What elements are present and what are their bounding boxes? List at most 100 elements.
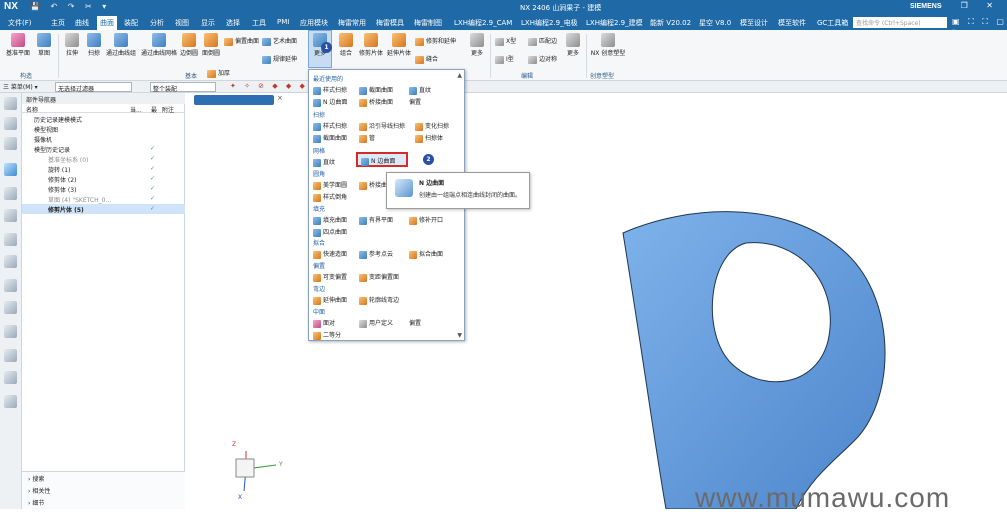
tree-row-history-mode[interactable]: 历史记录建模模式 <box>22 114 185 124</box>
menu-pmi[interactable]: PMI <box>277 18 289 26</box>
law-extension-button[interactable]: 规律延伸 <box>262 54 297 64</box>
panel-details[interactable]: › 细节 <box>22 496 185 508</box>
gallery-scroll-up-icon[interactable]: ▲ <box>457 72 462 79</box>
gallery-item-extend-surface[interactable]: 延伸曲面 <box>313 295 347 305</box>
roles-icon[interactable] <box>4 325 17 338</box>
gallery-item-four-point-surface[interactable]: 四点曲面 <box>313 227 347 237</box>
tree-row-model-views[interactable]: 模型视图 <box>22 124 185 134</box>
system-materials-icon[interactable] <box>4 301 17 314</box>
gallery-item-section-surface-2[interactable]: 截面曲面 <box>313 133 347 143</box>
menu-dropdown[interactable]: 三 菜单(M) ▾ <box>3 82 38 91</box>
history-icon[interactable] <box>4 255 17 268</box>
edge-blend-button[interactable]: 边倒圆 <box>178 33 200 57</box>
panel-dependencies[interactable]: › 相关性 <box>22 484 185 496</box>
gallery-item-ruled[interactable]: 直纹 <box>409 85 431 95</box>
gallery-item-offset[interactable]: 偏置 <box>409 97 421 106</box>
tree-row-revolve[interactable]: 旋转 (1) ✓ <box>22 164 185 174</box>
menu-xingkong[interactable]: 星空 V8.0 <box>699 18 731 28</box>
gallery-item-sweep-along-guide[interactable]: 沿引导线扫掠 <box>359 121 405 131</box>
gallery-item-n-sided-surface[interactable]: N 边曲面 <box>313 97 347 107</box>
gallery-item-bridge-surface[interactable]: 桥接曲面 <box>359 97 393 107</box>
gallery-item-patch-openings[interactable]: 修补开口 <box>409 215 443 225</box>
gallery-item-variable-offset[interactable]: 可变偏置 <box>313 272 347 282</box>
scope-filter-select[interactable]: 整个装配 <box>150 82 216 93</box>
offset-surface-button[interactable]: 偏置曲面 <box>224 36 259 46</box>
gallery-item-rapid-surfacing[interactable]: 快速造面 <box>313 249 347 259</box>
trimmed-sheet-body[interactable] <box>622 211 886 509</box>
menu-lxh-electrode[interactable]: LXH编程2.9_电极 <box>521 18 578 28</box>
studio-surface-button[interactable]: 艺术曲面 <box>262 36 297 46</box>
tree-row-trim-body-2[interactable]: 修剪体 (2) ✓ <box>22 174 185 184</box>
assembly-navigator-icon[interactable] <box>4 117 17 130</box>
gallery-item-fill-surface[interactable]: 填充曲面 <box>313 215 347 225</box>
clock-icon[interactable] <box>4 349 17 362</box>
sweep-button[interactable]: 扫掠 <box>84 33 104 57</box>
gallery-item-styled-sweep-2[interactable]: 样式扫掠 <box>313 121 347 131</box>
gallery-scroll-down-icon[interactable]: ▼ <box>457 332 462 339</box>
process-studio-icon[interactable] <box>4 279 17 292</box>
face-blend-button[interactable]: 面倒圆 <box>200 33 222 57</box>
tree-row-model-history[interactable]: 模型历史记录 ✓ <box>22 144 185 154</box>
gallery-item-sweep-volume[interactable]: 扫掠体 <box>415 133 443 143</box>
edge-symmetry-button[interactable]: 边对称 <box>528 54 557 64</box>
menu-meilei-mold[interactable]: 梅雷模具 <box>376 18 404 28</box>
gallery-item-tube[interactable]: 管 <box>359 133 375 143</box>
column-current[interactable]: 当... <box>130 105 142 114</box>
nx-realize-shape-button[interactable]: NX 创意塑型 <box>590 33 626 57</box>
through-curve-mesh-button[interactable]: 通过曲线网格 <box>140 33 178 57</box>
menu-home[interactable]: 主页 <box>51 18 65 28</box>
match-edge-button[interactable]: 匹配边 <box>528 36 557 46</box>
menu-select[interactable]: 选择 <box>226 18 240 28</box>
menu-gc-toolbox[interactable]: GC工具箱 <box>817 18 848 28</box>
gallery-item-variational-sweep[interactable]: 变化扫掠 <box>415 121 449 131</box>
panel-search[interactable]: › 搜索 <box>22 472 185 484</box>
menu-tools[interactable]: 工具 <box>252 18 266 28</box>
tree-row-sketch[interactable]: 草图 (4) "SKETCH_0... ✓ <box>22 194 185 204</box>
menu-nengxin[interactable]: 能新 V20.02 <box>650 18 691 28</box>
hd3d-tools-icon[interactable] <box>4 209 17 222</box>
menu-meilei-drawing[interactable]: 梅雷制图 <box>414 18 442 28</box>
gallery-item-n-sided-surface-2[interactable]: N 边曲面 <box>361 156 395 166</box>
datum-plane-button[interactable]: 基准平面 <box>5 33 31 57</box>
window-controls[interactable]: – ❐ ✕ <box>938 1 1001 10</box>
gallery-item-styled-sweep[interactable]: 样式扫掠 <box>313 85 347 95</box>
more-edit-button[interactable]: 更多 <box>466 33 488 57</box>
menu-assembly[interactable]: 装配 <box>124 18 138 28</box>
k-tools-icon[interactable] <box>4 395 17 408</box>
column-name[interactable]: 名称 <box>26 105 38 114</box>
more-form-button[interactable]: 更多 <box>562 33 584 57</box>
sew-button[interactable]: 缝合 <box>415 54 438 64</box>
menu-lxh-cam[interactable]: LXH编程2.9_CAM <box>454 18 512 28</box>
x-form-button[interactable]: X型 <box>495 36 516 46</box>
menu-meilei-common[interactable]: 梅雷常用 <box>338 18 366 28</box>
constraint-navigator-icon[interactable] <box>4 137 17 150</box>
menu-applications[interactable]: 应用模块 <box>300 18 328 28</box>
gallery-item-profile-flange[interactable]: 轮廓线弯边 <box>359 295 399 305</box>
extrude-button[interactable]: 拉伸 <box>62 33 82 57</box>
gallery-item-bounded-plane[interactable]: 有界平面 <box>359 215 393 225</box>
column-notes[interactable]: 附注 <box>162 105 174 114</box>
tree-row-trim-body-3[interactable]: 修剪体 (3) ✓ <box>22 184 185 194</box>
gallery-item-styled-blend[interactable]: 样式倒角 <box>313 192 347 202</box>
type-filter-select[interactable]: 无选择过滤器 <box>55 82 132 93</box>
n-sided-surface-selected[interactable]: N 边曲面 <box>356 152 408 167</box>
i-form-button[interactable]: I型 <box>495 54 514 64</box>
gallery-item-reference-cloud[interactable]: 参考点云 <box>359 249 393 259</box>
menu-file[interactable]: 文件(F) <box>8 18 32 28</box>
menu-curve[interactable]: 曲线 <box>75 18 89 28</box>
menu-mozhi-design[interactable]: 模至设计 <box>740 18 768 28</box>
gallery-item-bisector[interactable]: 二等分 <box>313 330 341 340</box>
tree-row-trim-sheet[interactable]: 修剪片体 (5) ✓ <box>22 204 185 214</box>
trim-sheet-button[interactable]: 修剪片体 <box>357 33 385 57</box>
column-latest[interactable]: 最 <box>151 105 157 114</box>
command-search-input[interactable]: 查找命令 (Ctrl+Space) <box>853 17 947 28</box>
gallery-item-user-defined[interactable]: 用户定义 <box>359 318 393 328</box>
thicken-button[interactable]: 加厚 <box>207 68 230 78</box>
menu-lxh-modeling[interactable]: LXH编程2.9_建模 <box>586 18 643 28</box>
snap-toolbar[interactable]: ✦ ✧ ⊘ ◆ ◆ ◆ <box>230 82 308 90</box>
through-curves-button[interactable]: 通过曲线组 <box>105 33 137 57</box>
menu-display[interactable]: 显示 <box>201 18 215 28</box>
system-scenes-icon[interactable] <box>4 371 17 384</box>
gallery-item-variable-distance-offset[interactable]: 变距偏置面 <box>359 272 399 282</box>
settings-gear-icon[interactable] <box>4 97 17 110</box>
